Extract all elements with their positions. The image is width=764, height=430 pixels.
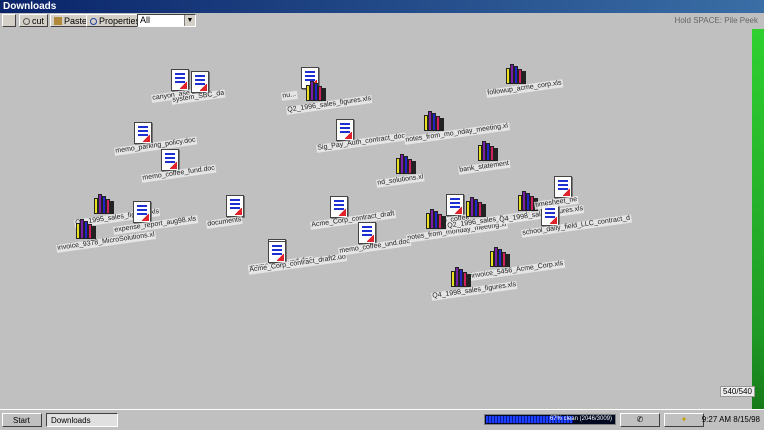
spreadsheet-books-icon [76, 219, 96, 239]
spreadsheet-books-icon [396, 154, 416, 174]
spreadsheet-books-icon [490, 247, 510, 267]
properties-button[interactable]: Properties [86, 14, 145, 27]
document-icon [446, 194, 464, 216]
taskbar-item-downloads[interactable]: Downloads [46, 413, 118, 427]
spreadsheet-books-icon [94, 194, 114, 214]
scissors-icon [23, 18, 30, 25]
file-label: Acme_Corp_contract_draft [310, 210, 396, 230]
file-label: Q2_1996_sales_figures.xls [286, 94, 373, 115]
star-icon[interactable]: ✦ [664, 413, 704, 427]
properties-label: Properties [99, 16, 141, 26]
paste-label: Paste [64, 16, 88, 26]
document-icon [161, 149, 179, 171]
taskbar: Start Downloads 67% clean (2046/3009) ✆ … [0, 409, 764, 430]
spreadsheet-books-icon [466, 197, 486, 217]
spreadsheet-books-icon [426, 209, 446, 229]
filter-select[interactable]: All ▼ [137, 14, 196, 27]
document-icon [336, 119, 354, 141]
cut-button[interactable]: cut [19, 14, 49, 27]
file-label: invoice_9378_MicroSolutions.xl [56, 231, 157, 253]
clock: 9:27 AM 8/15/98 [701, 415, 760, 424]
window-title: Downloads [0, 0, 764, 13]
filter-value: All [140, 15, 151, 25]
file-label: bank_statement [458, 159, 511, 175]
paste-button[interactable]: Paste [50, 14, 92, 27]
document-icon [133, 201, 151, 223]
document-icon [554, 176, 572, 198]
phone-icon[interactable]: ✆ [620, 413, 660, 427]
menu-button[interactable] [2, 14, 16, 27]
pile-peek-hint: Hold SPACE: Pile Peek [674, 16, 758, 25]
file-label: nd_solutions.xl [376, 173, 425, 188]
spreadsheet-books-icon [424, 111, 444, 131]
magnifier-icon [90, 18, 97, 25]
toolbar: cut Paste Properties All ▼ [0, 13, 764, 29]
file-label: nu... [281, 90, 298, 101]
clean-progress: 67% clean (2046/3009) [484, 414, 616, 425]
document-icon [330, 196, 348, 218]
file-label: Q4_1998_sales_figures.xls [431, 280, 518, 301]
item-counter: 540/540 [720, 386, 755, 397]
start-button[interactable]: Start [2, 413, 42, 427]
file-label: Acme_Corp_contract_draft2.do [248, 253, 348, 275]
spreadsheet-books-icon [451, 267, 471, 287]
spreadsheet-books-icon [478, 141, 498, 161]
file-label: invoice_5456_Acme_Corp.xls [470, 259, 565, 281]
spreadsheet-books-icon [306, 81, 326, 101]
chevron-down-icon[interactable]: ▼ [184, 15, 195, 26]
file-label: Sig_Pay_Auth_contract_doc [316, 132, 407, 153]
document-icon [191, 71, 209, 93]
spreadsheet-books-icon [506, 64, 526, 84]
scroll-gauge[interactable] [752, 29, 764, 409]
cut-label: cut [32, 16, 45, 26]
clipboard-icon [54, 17, 62, 25]
file-label: documents [206, 215, 244, 229]
file-label: memo_parking_policy.doc [114, 136, 198, 156]
document-icon [358, 222, 376, 244]
file-pile-canvas[interactable]: canyon_ase_inn system_SBC_da followup_acme… [0, 29, 752, 409]
clean-progress-text: 67% clean (2046/3009) [549, 416, 612, 422]
document-icon [171, 69, 189, 91]
document-icon [134, 122, 152, 144]
document-icon [226, 195, 244, 217]
document-icon [268, 241, 286, 263]
